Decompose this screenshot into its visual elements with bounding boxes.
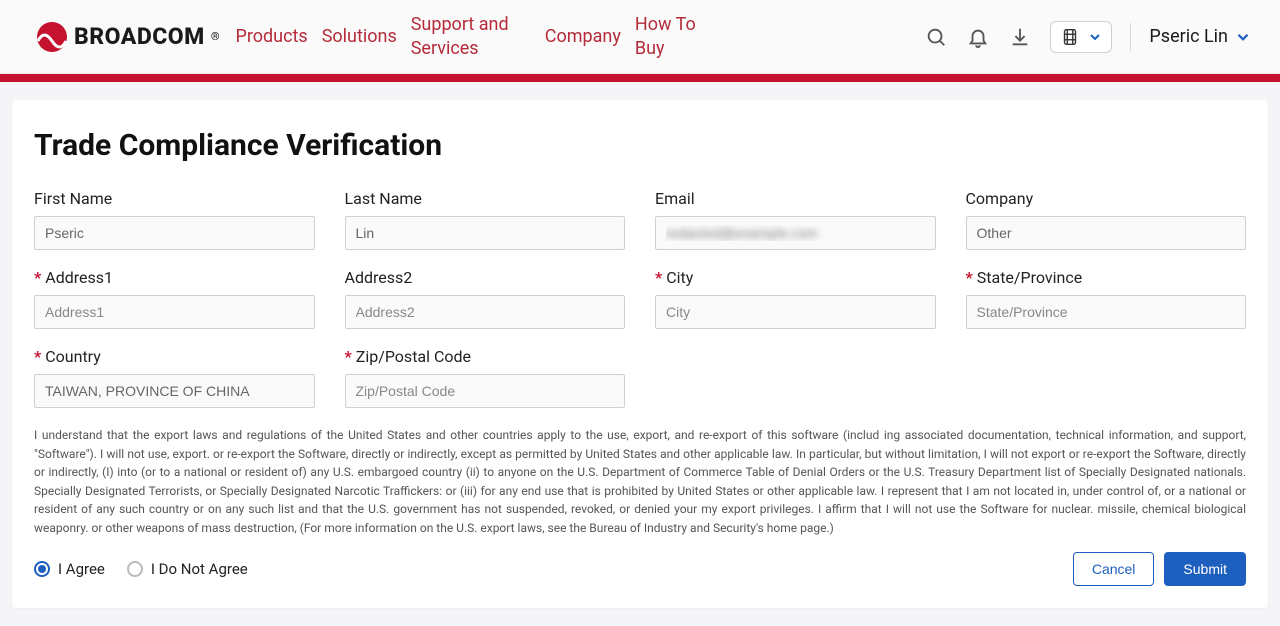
- form-grid: First Name Last Name Email Company Addre…: [34, 189, 1246, 408]
- label-country: Country: [34, 347, 315, 366]
- nav-how-to-buy[interactable]: How To Buy: [635, 13, 699, 60]
- label-first-name: First Name: [34, 189, 315, 208]
- radio-disagree[interactable]: I Do Not Agree: [127, 560, 248, 578]
- label-state: State/Province: [966, 268, 1247, 287]
- field-city: City: [655, 268, 936, 329]
- field-first-name: First Name: [34, 189, 315, 250]
- brand-name: BROADCOM: [74, 23, 205, 50]
- label-address2: Address2: [345, 268, 626, 287]
- input-country[interactable]: [34, 374, 315, 408]
- input-first-name[interactable]: [34, 216, 315, 250]
- nav-support-services[interactable]: Support and Services: [411, 13, 531, 60]
- radio-disagree-label: I Do Not Agree: [151, 560, 248, 578]
- input-company[interactable]: [966, 216, 1247, 250]
- radio-dot-unchecked: [127, 561, 143, 577]
- input-city[interactable]: [655, 295, 936, 329]
- registered-mark: ®: [211, 30, 220, 43]
- label-email: Email: [655, 189, 936, 208]
- chevron-down-icon: [1087, 29, 1103, 45]
- region-selector[interactable]: [1050, 21, 1112, 53]
- input-state[interactable]: [966, 295, 1247, 329]
- accent-bar: [0, 74, 1280, 82]
- field-last-name: Last Name: [345, 189, 626, 250]
- user-name: Pseric Lin: [1149, 26, 1228, 47]
- input-zip[interactable]: [345, 374, 626, 408]
- field-country: Country: [34, 347, 315, 408]
- page-title: Trade Compliance Verification: [34, 128, 1246, 163]
- legal-text: I understand that the export laws and re…: [34, 426, 1246, 538]
- cancel-button[interactable]: Cancel: [1073, 552, 1155, 586]
- user-menu[interactable]: Pseric Lin: [1149, 26, 1252, 47]
- agreement-radios: I Agree I Do Not Agree: [34, 560, 248, 578]
- bell-icon[interactable]: [966, 25, 990, 49]
- nav-company[interactable]: Company: [545, 26, 621, 47]
- bottom-row: I Agree I Do Not Agree Cancel Submit: [34, 552, 1246, 586]
- main-card: Trade Compliance Verification First Name…: [12, 100, 1268, 608]
- submit-button[interactable]: Submit: [1164, 552, 1246, 586]
- input-email[interactable]: [655, 216, 936, 250]
- download-icon[interactable]: [1008, 25, 1032, 49]
- broadcom-logo-icon: [36, 21, 68, 53]
- brand-logo[interactable]: BROADCOM ®: [36, 21, 219, 53]
- radio-agree-label: I Agree: [58, 560, 105, 578]
- form-actions: Cancel Submit: [1073, 552, 1246, 586]
- input-address2[interactable]: [345, 295, 626, 329]
- field-zip: Zip/Postal Code: [345, 347, 626, 408]
- field-company: Company: [966, 189, 1247, 250]
- divider: [1130, 23, 1131, 51]
- label-city: City: [655, 268, 936, 287]
- radio-agree[interactable]: I Agree: [34, 560, 105, 578]
- chip-icon: [1059, 26, 1081, 48]
- input-last-name[interactable]: [345, 216, 626, 250]
- field-address1: Address1: [34, 268, 315, 329]
- chevron-down-icon: [1234, 28, 1252, 46]
- radio-dot-checked: [34, 561, 50, 577]
- nav-products[interactable]: Products: [235, 26, 307, 47]
- top-bar: BROADCOM ® Products Solutions Support an…: [0, 0, 1280, 74]
- nav-solutions[interactable]: Solutions: [322, 26, 397, 47]
- label-address1: Address1: [34, 268, 315, 287]
- search-icon[interactable]: [924, 25, 948, 49]
- label-zip: Zip/Postal Code: [345, 347, 626, 366]
- header-actions: Pseric Lin: [924, 21, 1252, 53]
- primary-nav: Products Solutions Support and Services …: [235, 13, 698, 60]
- field-email: Email: [655, 189, 936, 250]
- field-address2: Address2: [345, 268, 626, 329]
- input-address1[interactable]: [34, 295, 315, 329]
- field-state: State/Province: [966, 268, 1247, 329]
- label-company: Company: [966, 189, 1247, 208]
- label-last-name: Last Name: [345, 189, 626, 208]
